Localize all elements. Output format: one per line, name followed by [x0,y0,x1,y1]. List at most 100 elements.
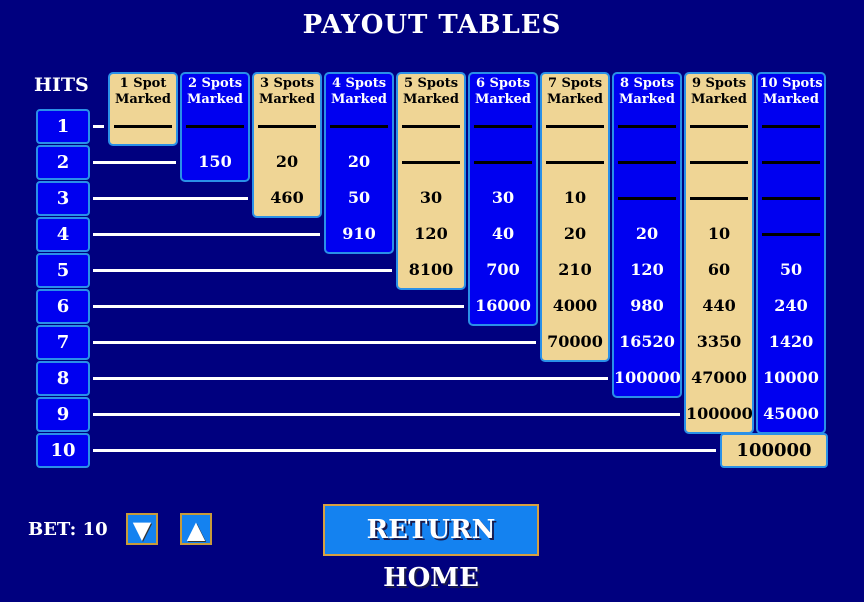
hit-count-6: 6 [36,289,90,324]
payout-cell: 120 [630,260,664,279]
payout-cell: 150 [198,152,232,171]
bet-display: BET: 10 [28,519,108,540]
column-header-spots: 7 Spots [547,76,603,91]
payout-cell [686,108,752,144]
no-payout-dash [618,161,676,164]
payout-cell: 3350 [696,332,742,351]
hit-count-2: 2 [36,145,90,180]
column-header: 2 Spots Marked [182,76,248,108]
spots-column-4: 4 Spots Marked 20 50 910 [324,72,394,254]
payout-cell: 1420 [768,332,814,351]
column-header-marked: Marked [258,92,316,107]
spots-column-6: 6 Spots Marked 30 40 700 16000 [468,72,538,326]
bet-value: 10 [82,519,108,540]
down-arrow-icon: ▼ [132,516,152,544]
payout-cell: 10 [707,224,731,243]
row-guide-line [93,305,464,308]
payout-cell [614,108,680,144]
payout-cell [542,108,608,144]
row-guide-line [93,449,716,452]
column-header-spots: 9 Spots [691,76,747,91]
payout-cell: 20 [563,224,587,243]
payout-cell [182,108,248,144]
column-header-spots: 4 Spots [331,76,387,91]
payout-cell [398,144,464,180]
payout-cell [542,144,608,180]
bet-decrease-button[interactable]: ▼ [126,513,158,545]
spots-column-10: 10 Spots Marked 50 240 1420 10000 45000 [756,72,826,434]
column-header-marked: Marked [762,92,820,107]
payout-cell-10-hits-10-spots: 100000 [720,433,828,468]
column-header: 3 Spots Marked [254,76,320,108]
column-header: 7 Spots Marked [542,76,608,108]
payout-cell: 910 [342,224,376,243]
payout-cell: 30 [419,188,443,207]
page-title: PAYOUT TABLES [302,10,562,40]
payout-cell [326,108,392,144]
no-payout-dash [762,125,820,128]
column-header: 1 Spot Marked [110,76,176,108]
payout-cell: 10 [563,188,587,207]
no-payout-dash [690,197,748,200]
payout-cell: 210 [558,260,592,279]
payout-cell: 980 [630,296,664,315]
column-header-marked: Marked [402,92,460,107]
payout-cell: 440 [702,296,736,315]
payout-cell: 100000 [614,368,681,387]
spots-column-8: 8 Spots Marked 20 120 980 16520 100000 [612,72,682,398]
column-header-marked: Marked [186,92,244,107]
payout-cell [758,180,824,216]
no-payout-dash [546,161,604,164]
spots-column-9: 9 Spots Marked 10 60 440 3350 47000 100000 [684,72,754,434]
row-guide-line [93,233,320,236]
row-guide-line [93,413,680,416]
hit-count-1: 1 [36,109,90,144]
column-header: 4 Spots Marked [326,76,392,108]
payout-cell: 10000 [763,368,819,387]
hit-count-9: 9 [36,397,90,432]
no-payout-dash [258,125,316,128]
spots-column-5: 5 Spots Marked 30 120 8100 [396,72,466,290]
column-header-marked: Marked [114,92,172,107]
payout-cell: 40 [491,224,515,243]
spots-column-2: 2 Spots Marked 150 [180,72,250,182]
row-guide-line [93,377,608,380]
bet-label: BET: [28,519,77,540]
row-guide-line [93,269,392,272]
payout-cell: 700 [486,260,520,279]
column-header-spots: 3 Spots [259,76,315,91]
payout-cell [470,108,536,144]
payout-cell: 20 [275,152,299,171]
no-payout-dash [762,233,820,236]
payout-cell [614,180,680,216]
column-header-spots: 2 Spots [187,76,243,91]
payout-cell: 460 [270,188,304,207]
row-guide-line [93,161,176,164]
row-guide-line [93,125,104,128]
column-header-spots: 8 Spots [619,76,675,91]
bet-increase-button[interactable]: ▲ [180,513,212,545]
no-payout-dash [474,161,532,164]
column-header: 6 Spots Marked [470,76,536,108]
hit-count-8: 8 [36,361,90,396]
column-header: 9 Spots Marked [686,76,752,108]
payout-cell: 20 [635,224,659,243]
column-header-spots: 10 Spots [759,76,823,91]
column-header-marked: Marked [546,92,604,107]
return-home-button[interactable]: RETURN HOME [323,504,539,593]
column-header: 5 Spots Marked [398,76,464,108]
hit-count-3: 3 [36,181,90,216]
payout-cell [110,108,176,144]
payout-cell [398,108,464,144]
no-payout-dash [402,161,460,164]
payout-cell [470,144,536,180]
up-arrow-icon: ▲ [186,516,206,544]
column-header: 8 Spots Marked [614,76,680,108]
hit-count-4: 4 [36,217,90,252]
payout-cell [254,108,320,144]
column-header-spots: 1 Spot [119,76,167,91]
spots-column-3: 3 Spots Marked 20 460 [252,72,322,218]
payout-cell: 47000 [691,368,747,387]
payout-cell: 4000 [552,296,598,315]
payout-cell: 100000 [686,404,753,423]
